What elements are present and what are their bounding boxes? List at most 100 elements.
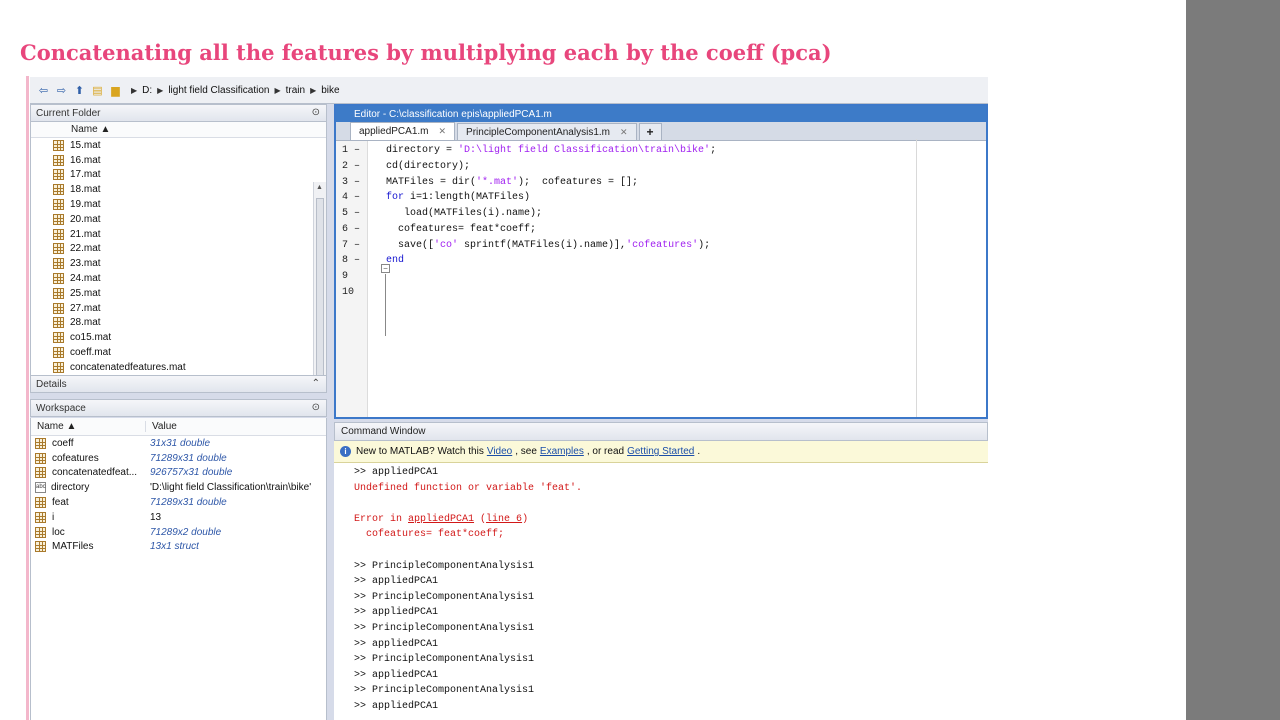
forward-arrow-icon[interactable]: ⇨ bbox=[54, 83, 69, 98]
close-icon[interactable]: ✕ bbox=[620, 127, 628, 138]
up-folder-icon[interactable]: ⬆ bbox=[72, 83, 87, 98]
code-area[interactable]: directory = 'D:\light field Classificati… bbox=[368, 141, 986, 417]
workspace-row[interactable]: coeff 31x31 double bbox=[31, 436, 326, 451]
workspace-row[interactable]: cofeatures 71289x31 double bbox=[31, 451, 326, 466]
variable-name: loc bbox=[52, 526, 65, 538]
notice-text: , see bbox=[515, 446, 537, 457]
file-name: 24.mat bbox=[70, 273, 101, 285]
command-output-line: >> PrincipleComponentAnalysis1 bbox=[354, 623, 535, 634]
workspace-row[interactable]: feat 71289x31 double bbox=[31, 495, 326, 510]
code-line[interactable]: save(['co' sprintf(MATFiles(i).name)],'c… bbox=[398, 237, 710, 253]
command-output-line: >> appliedPCA1 bbox=[354, 638, 439, 650]
file-name: 21.mat bbox=[70, 228, 101, 240]
file-item[interactable]: co15.mat bbox=[31, 330, 326, 345]
file-item[interactable]: coeff.mat bbox=[31, 345, 326, 360]
workspace-row[interactable]: i 13 bbox=[31, 510, 326, 525]
file-name: 23.mat bbox=[70, 258, 101, 270]
tab-principlecomponentanalysis1[interactable]: PrincipleComponentAnalysis1.m ✕ bbox=[457, 123, 637, 140]
breadcrumb-folder[interactable]: train bbox=[286, 85, 305, 96]
mat-file-icon bbox=[53, 273, 64, 285]
file-item[interactable]: 21.mat bbox=[31, 227, 326, 242]
slide-title: Concatenating all the features by multip… bbox=[20, 40, 832, 65]
variable-name-cell: abc directory bbox=[31, 482, 146, 494]
file-item[interactable]: 18.mat bbox=[31, 182, 326, 197]
code-line[interactable]: directory = 'D:\light field Classificati… bbox=[386, 143, 716, 159]
line-number-gutter: 1 – 2 – 3 – 4 – 5 – 6 – 7 – 8 – 9 10 bbox=[336, 141, 368, 417]
file-item[interactable]: 22.mat bbox=[31, 242, 326, 257]
file-item[interactable]: 19.mat bbox=[31, 197, 326, 212]
file-item[interactable]: 23.mat bbox=[31, 256, 326, 271]
browse-folder-icon[interactable]: ▤ bbox=[90, 83, 105, 98]
variable-name-cell: coeff bbox=[31, 437, 146, 449]
code-text: ; bbox=[710, 145, 717, 157]
mat-file-icon bbox=[53, 228, 64, 240]
folder-scrollbar[interactable]: ▲ bbox=[313, 182, 326, 375]
line-number: 1 – bbox=[342, 145, 361, 157]
new-tab-button[interactable]: + bbox=[638, 123, 662, 140]
breadcrumb-folder[interactable]: bike bbox=[321, 85, 339, 96]
fold-toggle-icon[interactable]: − bbox=[381, 264, 390, 273]
variable-value: 71289x2 double bbox=[150, 526, 222, 538]
file-item[interactable]: 24.mat bbox=[31, 271, 326, 286]
matlab-screenshot: ⇦ ⇨ ⬆ ▤ ▆ ▶ D: ▶ light field Classificat… bbox=[30, 77, 988, 720]
details-header[interactable]: Details ⌃ bbox=[30, 375, 327, 393]
file-name: co15.mat bbox=[70, 332, 112, 344]
variable-value: 13 bbox=[150, 511, 162, 523]
panel-menu-icon[interactable]: ⊙ bbox=[312, 107, 320, 118]
file-item[interactable]: 27.mat bbox=[31, 301, 326, 316]
code-text: directory = bbox=[386, 145, 459, 157]
workspace-row[interactable]: MATFiles 13x1 struct bbox=[31, 540, 326, 555]
file-item[interactable]: 16.mat bbox=[31, 153, 326, 168]
file-name: 19.mat bbox=[70, 199, 101, 211]
mat-file-icon bbox=[53, 184, 64, 196]
file-name: 16.mat bbox=[70, 154, 101, 166]
close-icon[interactable]: ✕ bbox=[438, 126, 446, 137]
matrix-icon bbox=[35, 526, 46, 538]
workspace-header[interactable]: Workspace ⊙ bbox=[30, 399, 327, 417]
mat-file-icon bbox=[53, 287, 64, 299]
current-folder-header[interactable]: Current Folder ⊙ bbox=[30, 104, 327, 122]
examples-link[interactable]: Examples bbox=[540, 446, 584, 457]
workspace-row[interactable]: loc 71289x2 double bbox=[31, 525, 326, 540]
code-text: i=1:length(MATFiles) bbox=[404, 192, 531, 204]
variable-name: concatenatedfeat... bbox=[52, 467, 138, 479]
code-line[interactable]: cd(directory); bbox=[386, 159, 470, 175]
code-line[interactable]: load(MATFiles(i).name); bbox=[404, 206, 542, 222]
code-line[interactable]: for i=1:length(MATFiles) bbox=[386, 190, 530, 206]
workspace-row[interactable]: abc directory 'D:\light field Classificati… bbox=[31, 480, 326, 495]
tab-appliedPCA1[interactable]: appliedPCA1.m ✕ bbox=[350, 122, 456, 140]
command-window-body[interactable]: >> appliedPCA1 Undefined function or vari… bbox=[334, 463, 988, 720]
file-item[interactable]: 20.mat bbox=[31, 212, 326, 227]
breadcrumb-drive[interactable]: D: bbox=[142, 85, 152, 96]
file-item[interactable]: 28.mat bbox=[31, 316, 326, 331]
video-link[interactable]: Video bbox=[487, 446, 512, 457]
file-item[interactable]: concatenatedfeatures.mat bbox=[31, 360, 326, 375]
code-line[interactable]: cofeatures= feat*coeff; bbox=[398, 222, 536, 238]
workspace-row[interactable]: concatenatedfeat... 926757x31 double bbox=[31, 466, 326, 481]
matrix-icon bbox=[35, 467, 46, 479]
code-line[interactable]: MATFiles = dir('*.mat'); cofeatures = []… bbox=[386, 174, 638, 190]
struct-icon bbox=[35, 541, 46, 553]
error-line-link[interactable]: line 6 bbox=[486, 514, 522, 525]
variable-name: directory bbox=[51, 482, 90, 494]
file-item[interactable]: 17.mat bbox=[31, 168, 326, 183]
tab-label: PrincipleComponentAnalysis1.m bbox=[466, 126, 610, 138]
file-item[interactable]: 25.mat bbox=[31, 286, 326, 301]
workspace-value-header[interactable]: Value bbox=[146, 421, 177, 432]
error-function-link[interactable]: appliedPCA1 bbox=[408, 514, 474, 525]
scroll-up-icon[interactable]: ▲ bbox=[316, 184, 323, 191]
chevron-up-icon[interactable]: ⌃ bbox=[312, 378, 320, 389]
back-arrow-icon[interactable]: ⇦ bbox=[36, 83, 51, 98]
scroll-thumb[interactable] bbox=[316, 198, 324, 375]
line-number: 8 – bbox=[342, 255, 361, 267]
file-name: 22.mat bbox=[70, 243, 101, 255]
matrix-icon bbox=[35, 452, 46, 464]
name-column-header[interactable]: Name ▲ bbox=[31, 122, 326, 138]
file-item[interactable]: 15.mat bbox=[31, 138, 326, 153]
getting-started-link[interactable]: Getting Started bbox=[627, 446, 694, 457]
command-window-header[interactable]: Command Window bbox=[334, 422, 988, 441]
workspace-name-header[interactable]: Name ▲ bbox=[31, 421, 146, 432]
mat-file-icon bbox=[53, 361, 64, 373]
breadcrumb-folder[interactable]: light field Classification bbox=[168, 85, 269, 96]
panel-menu-icon[interactable]: ⊙ bbox=[312, 402, 320, 413]
